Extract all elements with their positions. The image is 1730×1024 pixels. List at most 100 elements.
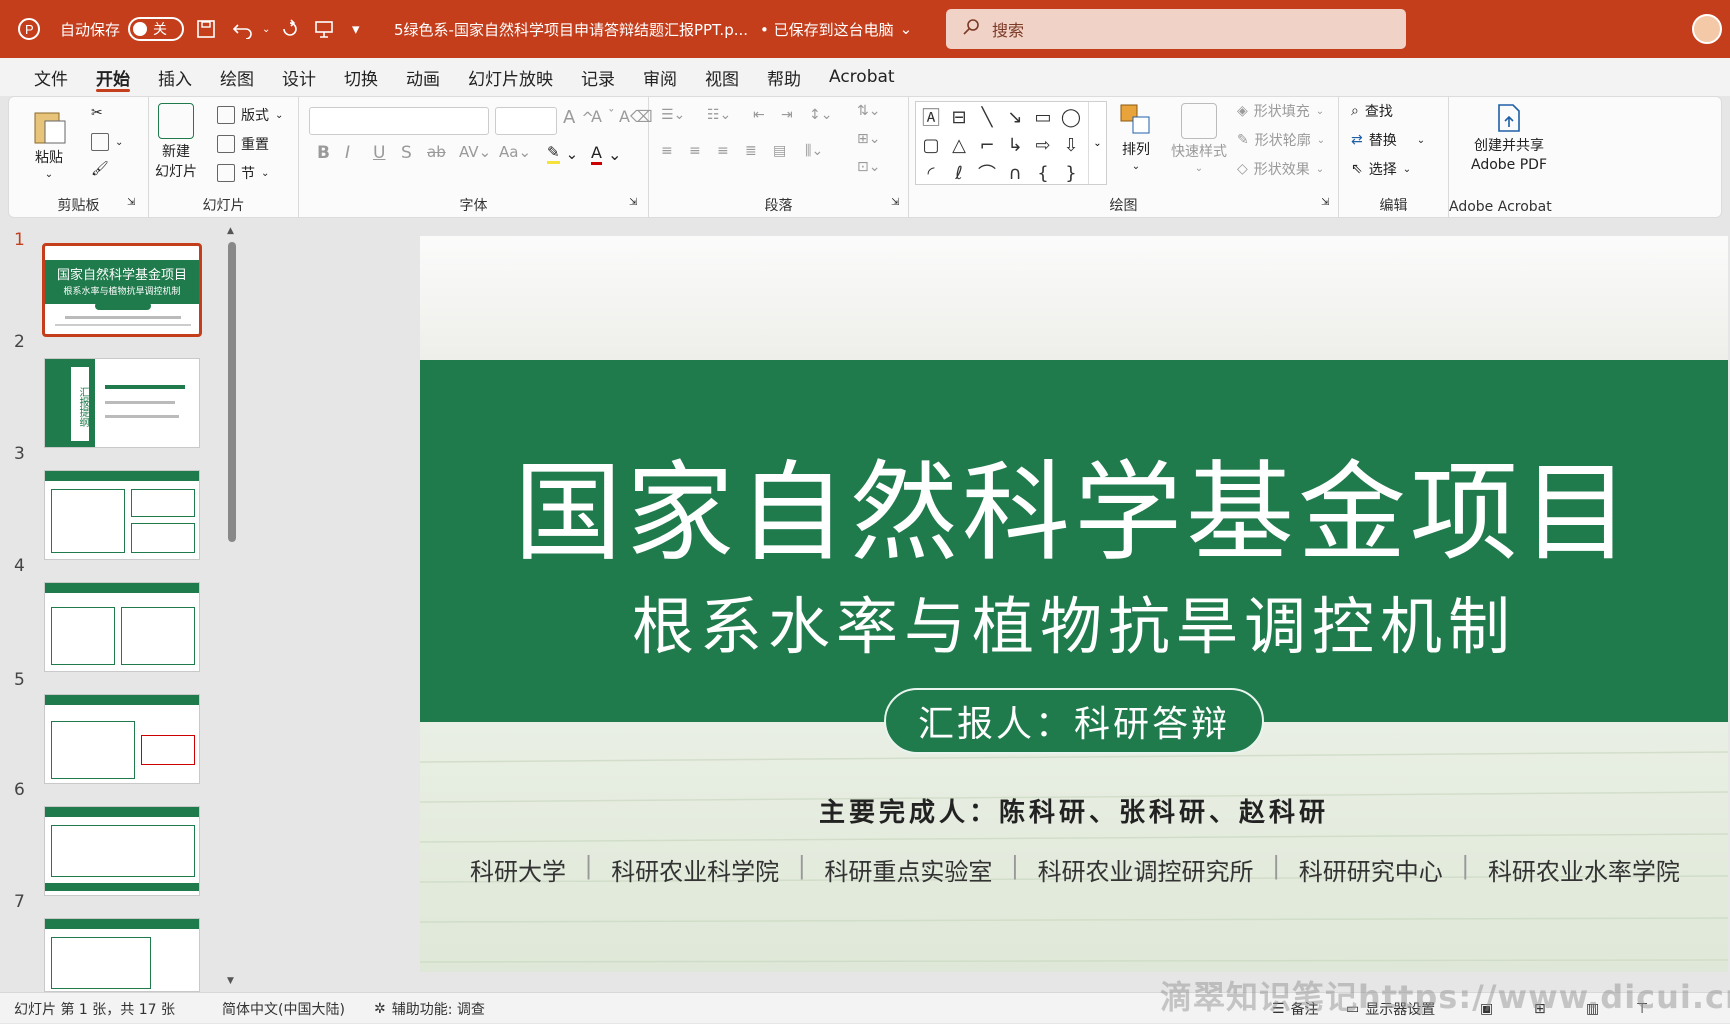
underline-icon[interactable]: U: [373, 143, 385, 163]
align-right-icon[interactable]: ≡: [717, 143, 729, 159]
vertical-textbox-shape-icon[interactable]: ⊟: [946, 104, 972, 130]
char-spacing-icon[interactable]: AV⌄: [459, 143, 491, 161]
textbox-shape-icon[interactable]: 🄰: [918, 104, 944, 130]
present-icon[interactable]: [314, 0, 334, 58]
slide-title[interactable]: 国家自然科学基金项目: [420, 426, 1728, 582]
increase-font-icon[interactable]: A ^: [563, 107, 594, 128]
tab-help[interactable]: 帮助: [753, 58, 815, 96]
scribble-shape-icon[interactable]: ℓ: [946, 160, 972, 186]
paste-button[interactable]: 粘贴 ⌄: [31, 107, 67, 180]
section-button[interactable]: 节 ⌄: [217, 163, 269, 183]
create-share-pdf-button[interactable]: 创建并共享 Adobe PDF: [1459, 103, 1559, 173]
numbering-icon[interactable]: ☷⌄: [707, 107, 731, 123]
find-button[interactable]: ⌕ 查找: [1351, 101, 1393, 121]
slide-count-status[interactable]: 幻灯片 第 1 张，共 17 张: [14, 993, 175, 1024]
replace-button[interactable]: ⇄ 替换 ⌄: [1351, 130, 1425, 150]
arc-shape-icon[interactable]: ⌒: [974, 160, 1000, 186]
text-direction-icon[interactable]: ⇅⌄: [857, 103, 880, 119]
justify-icon[interactable]: ≣: [745, 143, 757, 159]
align-left-icon[interactable]: ≡: [661, 143, 673, 159]
scrollbar-thumb[interactable]: [228, 242, 236, 542]
elbow-connector-icon[interactable]: ⌐: [974, 132, 1000, 158]
shadow-icon[interactable]: S: [401, 143, 412, 163]
tab-file[interactable]: 文件: [20, 58, 82, 96]
new-slide-button[interactable]: 新建 幻灯片: [155, 103, 197, 181]
align-center-icon[interactable]: ≡: [689, 143, 701, 159]
tab-acrobat[interactable]: Acrobat: [815, 58, 909, 96]
slide-thumbnail-1[interactable]: 国家自然科学基金项目 根系水率与植物抗旱调控机制: [42, 243, 202, 337]
font-family-select[interactable]: [309, 107, 489, 135]
dialog-launcher-icon[interactable]: ⇲: [127, 197, 135, 208]
arrange-button[interactable]: 排列 ⌄: [1119, 103, 1153, 172]
language-status[interactable]: 简体中文(中国大陆): [222, 993, 345, 1024]
layout-button[interactable]: 版式 ⌄: [217, 105, 283, 125]
slide-thumbnail-3[interactable]: [44, 470, 200, 560]
affiliations-row[interactable]: 科研大学 | 科研农业科学院 | 科研重点实验室 | 科研农业调控研究所 | 科…: [470, 852, 1680, 887]
down-arrow-shape-icon[interactable]: ⇩: [1058, 132, 1084, 158]
user-avatar[interactable]: [1692, 14, 1722, 44]
clear-format-icon[interactable]: A⌫: [619, 107, 653, 126]
elbow-arrow-icon[interactable]: ↳: [1002, 132, 1028, 158]
curve-shape-icon[interactable]: ∩: [1002, 160, 1028, 186]
freeform-shape-icon[interactable]: ◜: [918, 160, 944, 186]
redo-icon[interactable]: [280, 0, 300, 58]
slide-editor[interactable]: 国家自然科学基金项目 根系水率与植物抗旱调控机制 汇报人：科研答辩 主要完成人：…: [420, 236, 1728, 972]
slide-thumbnail-5[interactable]: [44, 694, 200, 784]
bullets-icon[interactable]: ☰⌄: [661, 107, 685, 123]
tab-insert[interactable]: 插入: [144, 58, 206, 96]
decrease-indent-icon[interactable]: ⇤: [753, 107, 765, 123]
left-brace-shape-icon[interactable]: {: [1030, 160, 1056, 186]
select-button[interactable]: ⇖ 选择 ⌄: [1351, 159, 1411, 179]
search-box[interactable]: 搜索: [946, 9, 1406, 49]
save-status[interactable]: • 已保存到这台电脑 ⌄: [760, 0, 912, 58]
cut-button[interactable]: ✂: [91, 105, 103, 121]
customize-toolbar-icon[interactable]: ▾: [352, 0, 360, 58]
reporter-pill[interactable]: 汇报人：科研答辩: [884, 688, 1264, 754]
slide-thumbnail-7[interactable]: [44, 918, 200, 992]
tab-slideshow[interactable]: 幻灯片放映: [454, 58, 567, 96]
distributed-icon[interactable]: ▤: [773, 143, 786, 159]
gallery-more-icon[interactable]: ⌄: [1088, 102, 1106, 184]
change-case-icon[interactable]: Aa⌄: [499, 143, 531, 161]
document-title[interactable]: 5绿色系-国家自然科学项目申请答辩结题汇报PPT.p...: [394, 0, 748, 58]
tab-transitions[interactable]: 切换: [330, 58, 392, 96]
scroll-up-icon[interactable]: ▲: [227, 226, 234, 236]
shape-outline-button[interactable]: ✎ 形状轮廓 ⌄: [1237, 130, 1325, 150]
dialog-launcher-icon[interactable]: ⇲: [891, 197, 899, 208]
dialog-launcher-icon[interactable]: ⇲: [629, 197, 637, 208]
slide-thumbnail-6[interactable]: [44, 806, 200, 896]
italic-icon[interactable]: I: [345, 143, 350, 163]
line-shape-icon[interactable]: ╲: [974, 104, 1000, 130]
main-authors[interactable]: 主要完成人：陈科研、张科研、赵科研: [420, 792, 1728, 829]
font-size-select[interactable]: [495, 107, 557, 135]
line-spacing-icon[interactable]: ↕⌄: [809, 107, 832, 123]
copy-button[interactable]: ⌄: [91, 133, 123, 151]
oval-shape-icon[interactable]: ◯: [1058, 104, 1084, 130]
autosave-toggle[interactable]: 关: [128, 0, 184, 58]
highlight-icon[interactable]: ✎ ⌄: [547, 143, 578, 164]
quick-styles-button[interactable]: 快速样式 ⌄: [1171, 103, 1227, 174]
shape-fill-button[interactable]: ◈ 形状填充 ⌄: [1237, 101, 1324, 121]
undo-icon[interactable]: [232, 0, 254, 58]
rounded-rect-shape-icon[interactable]: ▢: [918, 132, 944, 158]
shapes-gallery[interactable]: 🄰 ⊟ ╲ ↘ ▭ ◯ ▢ △ ⌐ ↳ ⇨ ⇩ ◜ ℓ ⌒ ∩ { } ⌄: [915, 101, 1107, 185]
tab-review[interactable]: 审阅: [629, 58, 691, 96]
format-painter-button[interactable]: 🖌: [91, 161, 109, 177]
smartart-icon[interactable]: ⊡⌄: [857, 159, 880, 175]
triangle-shape-icon[interactable]: △: [946, 132, 972, 158]
reset-button[interactable]: 重置: [217, 134, 269, 154]
tab-animations[interactable]: 动画: [392, 58, 454, 96]
font-color-icon[interactable]: A ⌄: [591, 143, 621, 165]
right-arrow-shape-icon[interactable]: ⇨: [1030, 132, 1056, 158]
increase-indent-icon[interactable]: ⇥: [781, 107, 793, 123]
strikethrough-icon[interactable]: ab: [427, 143, 446, 161]
right-brace-shape-icon[interactable]: }: [1058, 160, 1084, 186]
tab-design[interactable]: 设计: [268, 58, 330, 96]
shape-effects-button[interactable]: ◇ 形状效果 ⌄: [1237, 159, 1324, 179]
decrease-font-icon[interactable]: Aˇ: [591, 107, 615, 126]
accessibility-status[interactable]: ✲ 辅助功能: 调查: [374, 993, 485, 1024]
slide-subtitle[interactable]: 根系水率与植物抗旱调控机制: [420, 576, 1728, 666]
tab-record[interactable]: 记录: [567, 58, 629, 96]
save-icon[interactable]: [196, 0, 216, 58]
dialog-launcher-icon[interactable]: ⇲: [1321, 197, 1329, 208]
